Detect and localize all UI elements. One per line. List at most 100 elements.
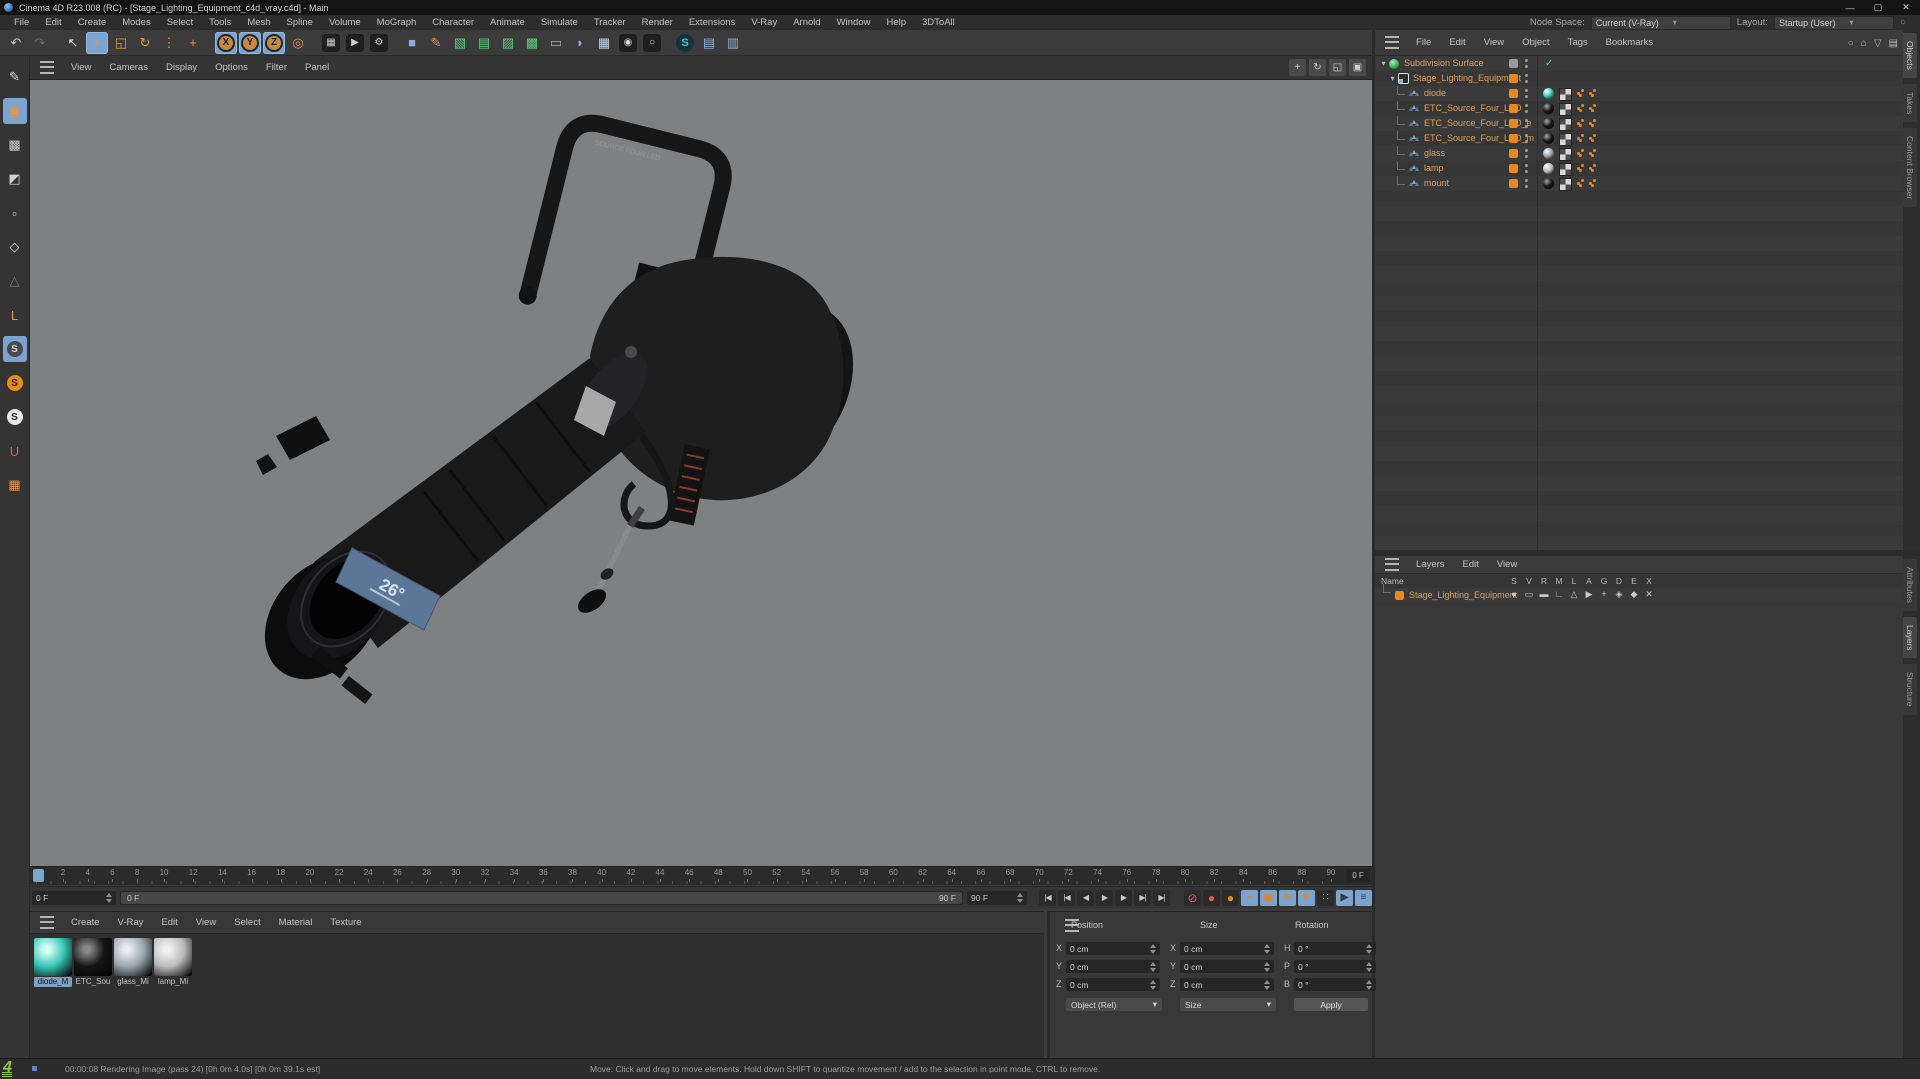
object-manager-menu-icon[interactable]: [1385, 36, 1399, 49]
visibility-dots[interactable]: [1525, 164, 1528, 167]
frame-range-slider[interactable]: 0 F 90 F: [120, 890, 963, 905]
visibility-dots[interactable]: [1525, 74, 1528, 77]
tweak-mode-tool[interactable]: +: [182, 32, 204, 54]
menu-mesh[interactable]: Mesh: [239, 17, 278, 28]
coord-field[interactable]: 0 cm: [1066, 978, 1160, 991]
layer-color-toggle[interactable]: [1509, 134, 1518, 143]
tab-layers[interactable]: Layers: [1903, 616, 1917, 659]
spinner-icon[interactable]: [1366, 979, 1372, 990]
material-tag[interactable]: [1543, 148, 1554, 159]
om-menu-edit[interactable]: Edit: [1440, 37, 1474, 48]
add-spline-pen[interactable]: ✎: [425, 32, 447, 54]
viewport-menu-cameras[interactable]: Cameras: [100, 62, 157, 73]
timeline-playhead[interactable]: [33, 869, 44, 882]
close-button[interactable]: ✕: [1892, 0, 1920, 15]
material-item[interactable]: lamp_Mi: [154, 938, 192, 987]
goto-start-button[interactable]: |◀: [1039, 889, 1056, 906]
visibility-dots[interactable]: [1525, 119, 1528, 122]
visibility-dots[interactable]: [1525, 179, 1528, 182]
add-primitive-cube[interactable]: ■: [401, 32, 423, 54]
undo-button[interactable]: ↶: [5, 32, 27, 54]
material-tag[interactable]: [1543, 178, 1554, 189]
material-tag[interactable]: [1543, 133, 1554, 144]
layers-menu-layers[interactable]: Layers: [1407, 559, 1454, 570]
viewport-menu-display[interactable]: Display: [157, 62, 206, 73]
coord-field[interactable]: 0 °: [1294, 960, 1376, 973]
om-menu-file[interactable]: File: [1407, 37, 1440, 48]
layout-search-icon[interactable]: ○: [1900, 17, 1906, 28]
object-row[interactable]: ▲ diode: [1375, 85, 1903, 101]
material-tag[interactable]: [1543, 88, 1554, 99]
menu-window[interactable]: Window: [829, 17, 879, 28]
spinner-icon[interactable]: [1150, 979, 1156, 990]
material-menu-v-ray[interactable]: V-Ray: [109, 917, 153, 928]
layer-color-toggle[interactable]: [1509, 119, 1518, 128]
play-button[interactable]: ▶: [1096, 889, 1113, 906]
visibility-dots[interactable]: [1525, 134, 1528, 137]
phong-tag[interactable]: [1589, 107, 1592, 110]
key-rotation-toggle[interactable]: ↻: [1279, 889, 1296, 906]
tab-content-browser[interactable]: Content Browser: [1903, 128, 1917, 208]
render-view-button[interactable]: ▦: [320, 32, 342, 54]
viewport-orbit-icon[interactable]: ↻: [1309, 59, 1326, 76]
object-row[interactable]: ▲ mount: [1375, 175, 1903, 191]
record-objects-toggle[interactable]: ●: [1203, 889, 1220, 906]
edges-mode[interactable]: ◇: [3, 234, 27, 260]
material-item[interactable]: diode_M: [34, 938, 72, 987]
render-picture-viewer-button[interactable]: ▶: [344, 32, 366, 54]
material-menu-select[interactable]: Select: [225, 917, 269, 928]
move-tool[interactable]: +: [86, 31, 108, 54]
om-search-icon[interactable]: ○: [1848, 38, 1854, 49]
visibility-dots[interactable]: [1525, 149, 1528, 152]
spinner-icon[interactable]: [1017, 892, 1023, 903]
layer-toggle-icon[interactable]: ▶: [1583, 589, 1595, 600]
add-light[interactable]: ○: [641, 32, 663, 54]
scale-tool[interactable]: ◱: [110, 32, 132, 54]
layer-color-toggle[interactable]: [1509, 104, 1518, 113]
viewport-menu-icon[interactable]: [40, 61, 54, 74]
layer-toggle-icon[interactable]: ▬: [1538, 589, 1550, 599]
menu-arnold[interactable]: Arnold: [785, 17, 828, 28]
layer-toggle-icon[interactable]: ▭: [1523, 589, 1535, 600]
uvw-tag[interactable]: [1559, 178, 1572, 191]
tab-attributes[interactable]: Attributes: [1903, 559, 1917, 611]
viewport-menu-panel[interactable]: Panel: [296, 62, 338, 73]
material-item[interactable]: glass_Mi: [114, 938, 152, 987]
axis-mode[interactable]: L: [3, 302, 27, 328]
menu-modes[interactable]: Modes: [114, 17, 159, 28]
add-deformer[interactable]: ▭: [545, 32, 567, 54]
menu-select[interactable]: Select: [159, 17, 201, 28]
menu-tools[interactable]: Tools: [201, 17, 239, 28]
z-axis-lock[interactable]: Z: [263, 31, 285, 54]
layer-color-toggle[interactable]: [1509, 59, 1518, 68]
layer-toggle-icon[interactable]: ◆: [1628, 589, 1640, 600]
prev-key-button[interactable]: |◀: [1058, 889, 1075, 906]
menu-volume[interactable]: Volume: [321, 17, 369, 28]
solo-mode-button[interactable]: ≡: [1355, 889, 1372, 906]
record-keyframe-button[interactable]: ●: [1222, 889, 1239, 906]
material-menu-view[interactable]: View: [187, 917, 225, 928]
object-row[interactable]: ▲ ETC_Source_Four_LED_e: [1375, 115, 1903, 131]
phong-tag[interactable]: [1589, 152, 1592, 155]
y-axis-lock[interactable]: Y: [239, 31, 261, 54]
om-filter-icon[interactable]: ▽: [1874, 38, 1882, 49]
layer-color-toggle[interactable]: [1509, 164, 1518, 173]
visibility-dots[interactable]: [1525, 104, 1528, 107]
material-item[interactable]: ETC_Sou: [74, 938, 112, 987]
coord-field[interactable]: 0 °: [1294, 978, 1376, 991]
tab-objects[interactable]: Objects: [1903, 33, 1917, 78]
last-used-tool[interactable]: ⋮: [158, 32, 180, 54]
add-array-generator[interactable]: ▤: [473, 32, 495, 54]
menu-tracker[interactable]: Tracker: [586, 17, 634, 28]
selection-tag[interactable]: [1577, 167, 1580, 170]
layout-dropdown[interactable]: Startup (User) ▾: [1773, 15, 1894, 30]
snap-toggle[interactable]: S: [2, 336, 27, 362]
menu-render[interactable]: Render: [634, 17, 681, 28]
expand-caret-icon[interactable]: ▾: [1379, 56, 1388, 71]
workplane-mode[interactable]: ◩: [3, 166, 27, 192]
add-floor[interactable]: ▦: [593, 32, 615, 54]
om-menu-tags[interactable]: Tags: [1559, 37, 1597, 48]
viewport-maximize-icon[interactable]: ▣: [1349, 59, 1366, 76]
uvw-tag[interactable]: [1559, 148, 1572, 161]
tab-structure[interactable]: Structure: [1903, 664, 1917, 715]
